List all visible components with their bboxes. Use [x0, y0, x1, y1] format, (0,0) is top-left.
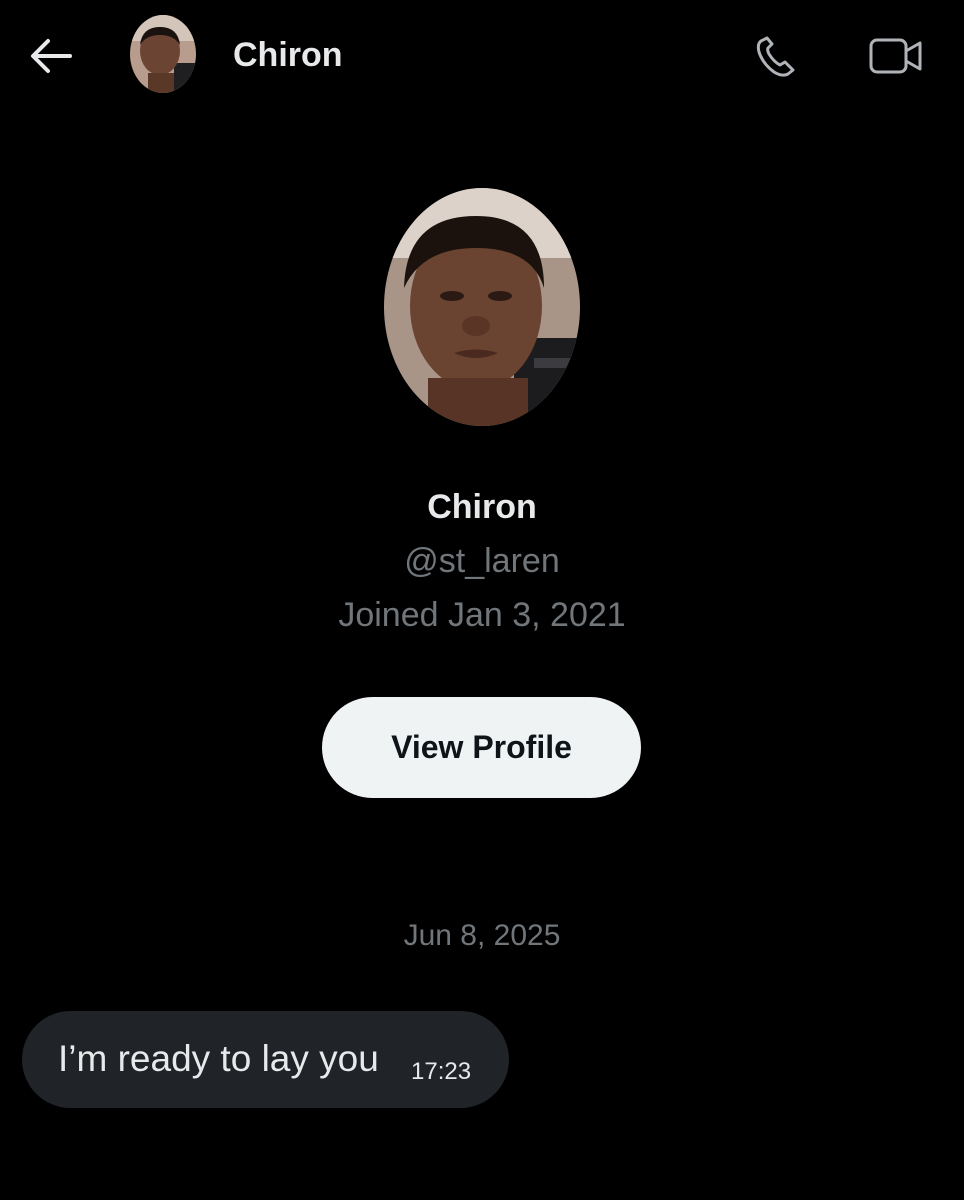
- date-separator: Jun 8, 2025: [403, 919, 561, 952]
- header-name[interactable]: Chiron: [233, 34, 343, 76]
- call-button[interactable]: [748, 28, 804, 84]
- profile-photo: [384, 188, 580, 426]
- message-timestamp: 17:23: [411, 1058, 472, 1085]
- profile-name: Chiron: [427, 488, 537, 526]
- back-button[interactable]: [22, 28, 78, 84]
- message-bubble[interactable]: I’m ready to lay you 17:23: [22, 1011, 509, 1108]
- arrow-left-icon: [31, 39, 72, 73]
- joined-date: Joined Jan 3, 2021: [338, 596, 626, 634]
- video-call-button[interactable]: [864, 28, 928, 84]
- view-profile-button[interactable]: View Profile: [322, 697, 641, 798]
- phone-icon: [756, 36, 795, 77]
- video-camera-icon: [869, 38, 922, 74]
- profile-handle: @st_laren: [404, 542, 560, 580]
- chat-header: Chiron: [0, 0, 964, 110]
- header-avatar[interactable]: [130, 15, 196, 93]
- profile-avatar[interactable]: [384, 188, 580, 426]
- avatar-photo: [130, 15, 196, 93]
- message-text: I’m ready to lay you: [58, 1038, 379, 1079]
